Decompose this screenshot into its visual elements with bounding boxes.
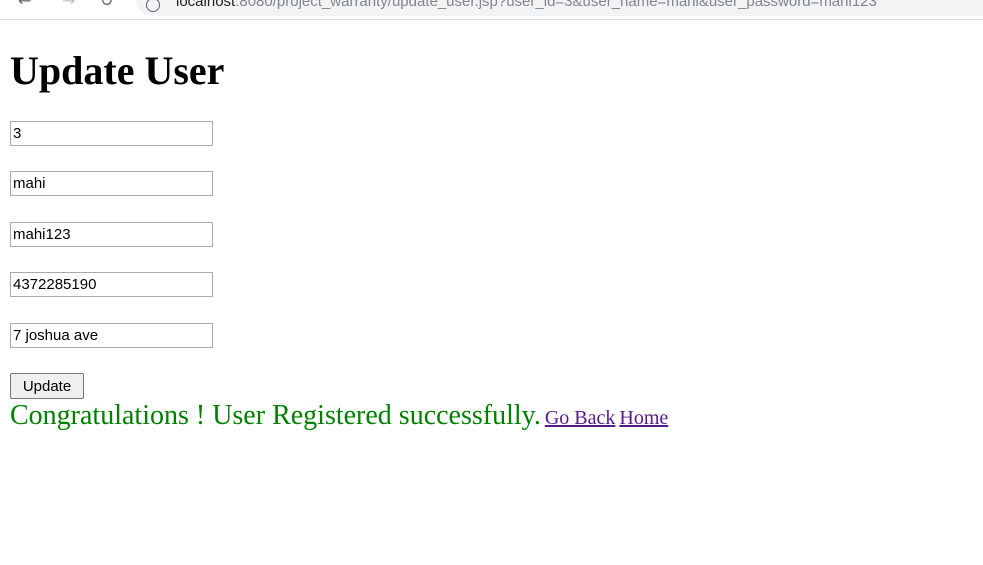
success-message: Congratulations ! User Registered succes…: [10, 400, 541, 431]
url-host: localhost: [176, 0, 236, 10]
page-header: Update User: [10, 48, 224, 94]
user-password-field[interactable]: [10, 222, 213, 247]
user-id-field[interactable]: [10, 121, 213, 146]
reload-icon[interactable]: ↻: [100, 0, 113, 10]
url-path: :8080/project_warranty/update_user.jsp?u…: [235, 0, 877, 10]
address-field[interactable]: [10, 323, 213, 348]
address-bar[interactable]: localhost:8080/project_warranty/update_u…: [136, 0, 983, 16]
phone-field[interactable]: [10, 272, 213, 297]
update-button[interactable]: Update: [10, 373, 84, 399]
user-name-field[interactable]: [10, 171, 213, 196]
url-text: localhost:8080/project_warranty/update_u…: [176, 0, 877, 10]
browser-toolbar: ← → ↻ localhost:8080/project_warranty/up…: [0, 0, 983, 20]
page-title: Update User: [10, 48, 225, 93]
home-link[interactable]: Home: [619, 407, 668, 429]
forward-arrow-icon[interactable]: →: [62, 0, 75, 10]
status-row: Congratulations ! User Registered succes…: [10, 400, 668, 432]
back-arrow-icon[interactable]: ←: [18, 0, 31, 10]
site-info-icon[interactable]: [146, 0, 160, 12]
go-back-link[interactable]: Go Back: [545, 407, 616, 429]
